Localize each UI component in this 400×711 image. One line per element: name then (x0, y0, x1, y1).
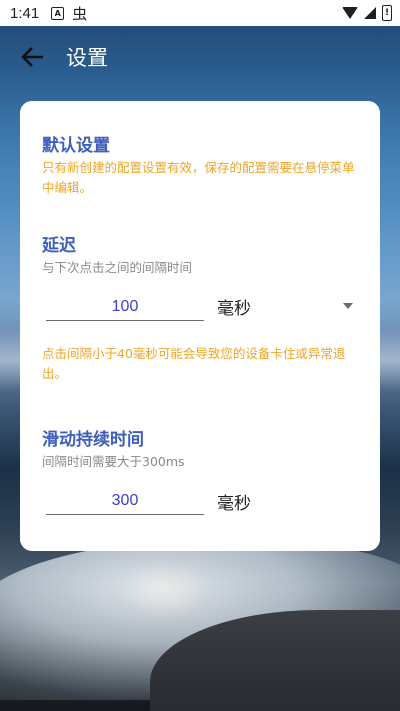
swipe-duration-subtitle: 间隔时间需要大于300ms (42, 454, 185, 469)
delay-warning: 点击间隔小于40毫秒可能会导致您的设备卡住或异常退出。 (42, 346, 346, 381)
battery-icon: ! (382, 5, 392, 21)
chevron-down-icon (343, 303, 353, 309)
default-settings-title: 默认设置 (42, 136, 110, 156)
delay-unit-label: 毫秒 (217, 299, 251, 319)
swipe-duration-title: 滑动持续时间 (42, 430, 144, 450)
default-settings-warning: 只有新创建的配置设置有效，保存的配置需要在悬停菜单中编辑。 (42, 160, 355, 195)
status-bar: 1:41 A 虫 ! (0, 0, 400, 26)
status-time: 1:41 (10, 4, 40, 22)
arrow-left-icon (21, 47, 43, 67)
delay-input[interactable] (46, 294, 204, 321)
swipe-duration-unit-label: 毫秒 (217, 494, 251, 514)
page-title: 设置 (66, 46, 108, 70)
settings-card: 默认设置 只有新创建的配置设置有效，保存的配置需要在悬停菜单中编辑。 延迟 与下… (20, 101, 380, 551)
delay-title: 延迟 (42, 236, 76, 256)
wifi-icon (342, 7, 358, 19)
swipe-duration-input[interactable] (46, 488, 204, 515)
settings-screen: 1:41 A 虫 ! 设置 默认设置 只有新创建的配置设置有效，保存的配置需要在… (0, 0, 400, 711)
a-notification-icon: A (51, 6, 65, 20)
delay-subtitle: 与下次点击之间的间隔时间 (42, 260, 193, 275)
app-bar: 设置 (0, 26, 400, 88)
delay-unit-dropdown[interactable]: 毫秒 (210, 291, 365, 323)
bug-notification-icon: 虫 (72, 4, 88, 23)
signal-icon (364, 7, 376, 19)
status-right-icons: ! (342, 5, 392, 21)
back-button[interactable] (10, 35, 54, 79)
